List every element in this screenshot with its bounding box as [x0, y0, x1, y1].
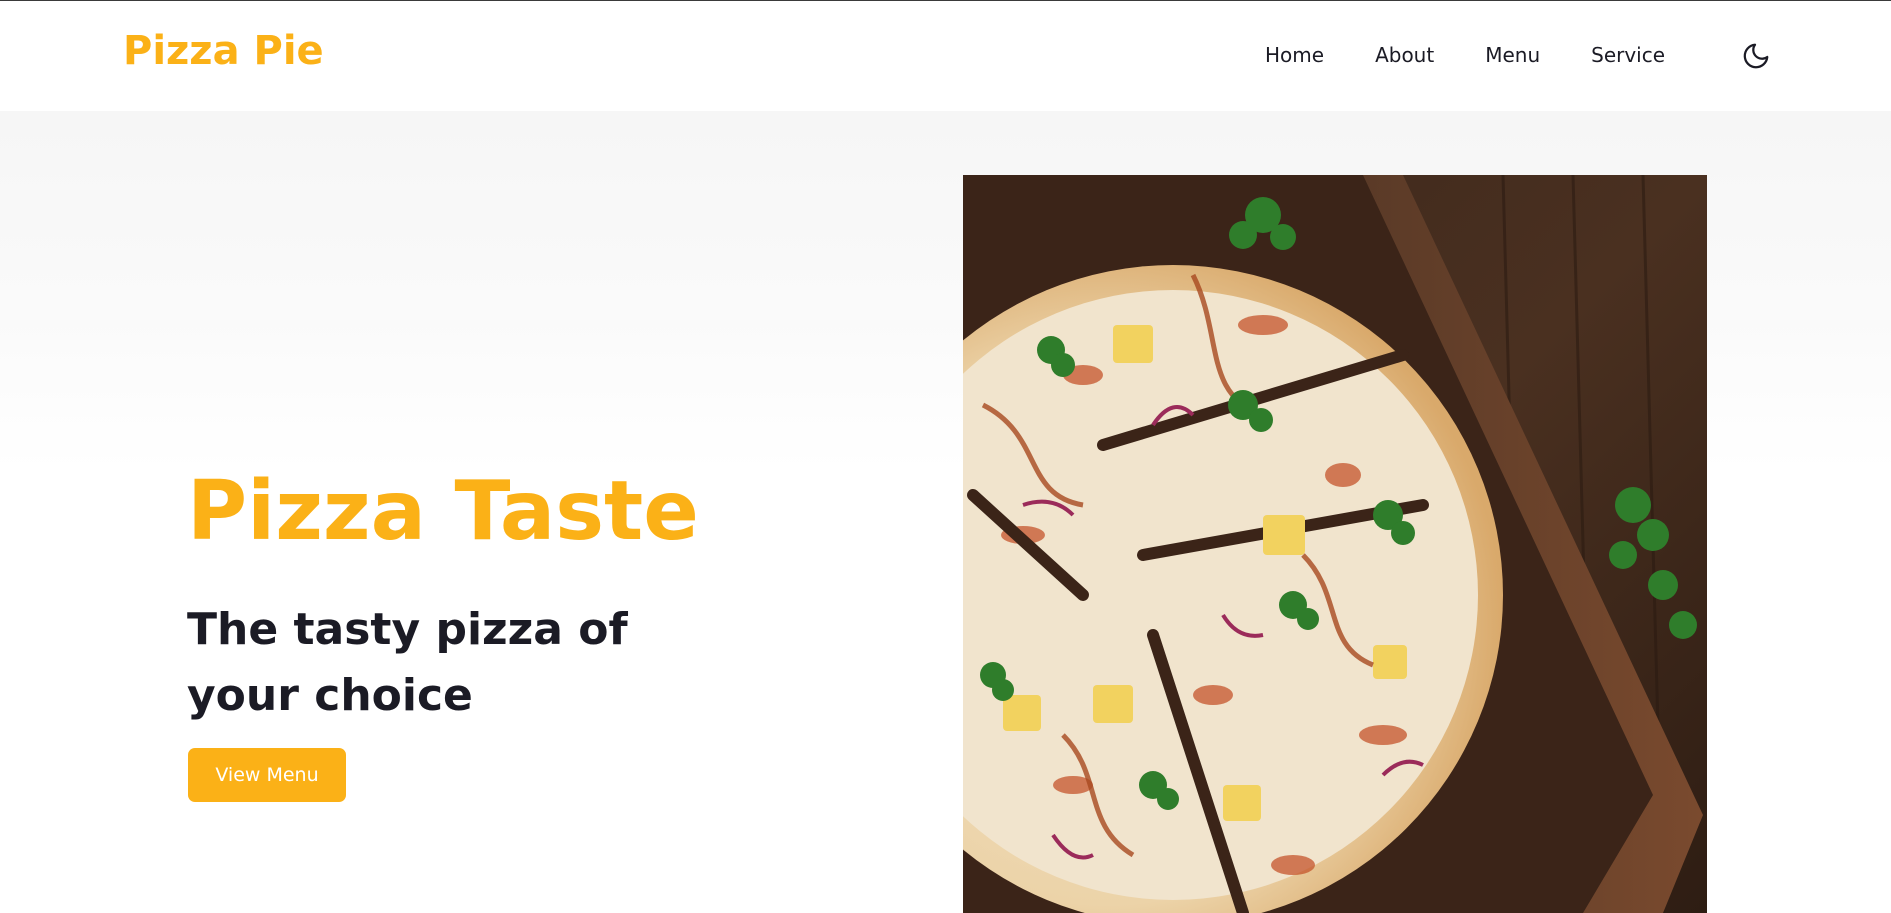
hero-title: Pizza Taste [187, 464, 699, 559]
brand-logo[interactable]: Pizza Pie [123, 31, 324, 71]
hero-subtitle: The tasty pizza of your choice [187, 604, 628, 721]
nav-link-service[interactable]: Service [1591, 45, 1665, 65]
moon-icon[interactable] [1741, 41, 1771, 71]
hero-pizza-image [963, 175, 1707, 913]
navbar: Pizza Pie Home About Menu Service [0, 1, 1891, 111]
nav-link-menu[interactable]: Menu [1485, 45, 1540, 65]
nav-link-about[interactable]: About [1375, 45, 1434, 65]
nav-menu: Home About Menu Service [1265, 45, 1665, 65]
nav-link-home[interactable]: Home [1265, 45, 1324, 65]
view-menu-button[interactable]: View Menu [188, 748, 346, 802]
